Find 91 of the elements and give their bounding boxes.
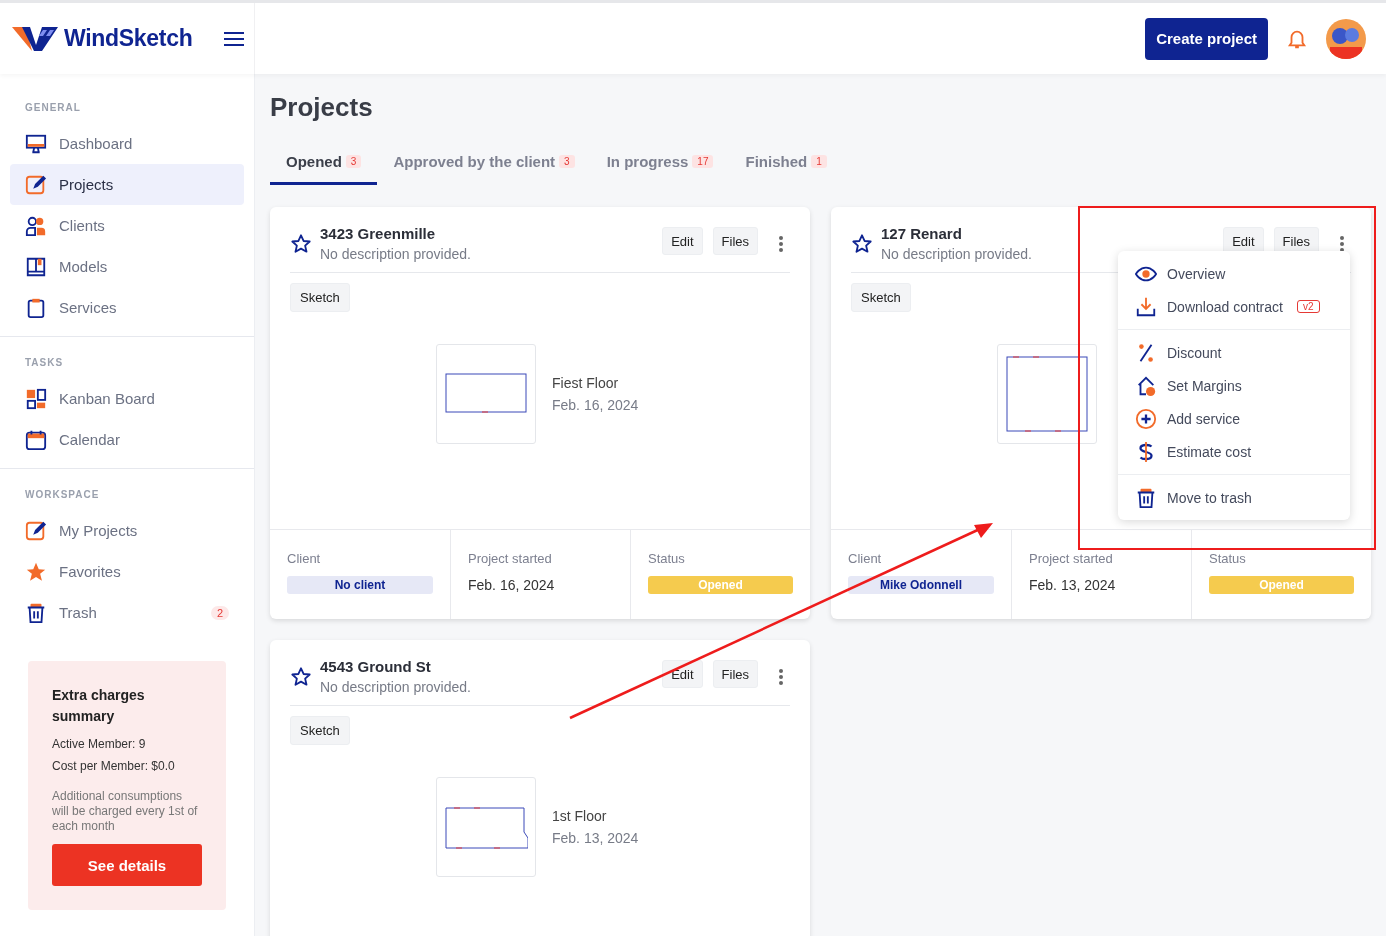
users-icon <box>25 214 47 237</box>
sidebar-item[interactable]: Clients <box>10 205 244 246</box>
sidebar-item[interactable]: Dashboard <box>10 123 244 164</box>
sketch-date: Feb. 16, 2024 <box>552 397 639 413</box>
menu-item[interactable]: Discount <box>1118 336 1350 369</box>
house-percent-icon <box>1135 374 1157 397</box>
project-title: 127 Renard <box>881 225 963 242</box>
field-label: Client <box>848 551 883 566</box>
charge-note: Additional consumptions will be charged every 1st of each month <box>52 789 199 834</box>
sidebar-item[interactable]: Models <box>10 246 244 287</box>
project-title: 4543 Ground St <box>320 658 432 675</box>
book-icon <box>25 255 47 278</box>
trash-icon <box>1135 486 1157 509</box>
charge-line: Cost per Member: $0.0 <box>52 759 176 773</box>
menu-item[interactable]: Estimate cost <box>1118 435 1350 468</box>
monitor-icon <box>25 132 47 155</box>
add-icon <box>1135 407 1157 430</box>
files-button[interactable]: Files <box>712 227 758 255</box>
field-label: Project started <box>468 551 553 566</box>
avatar[interactable] <box>1326 18 1366 59</box>
star-outline-icon[interactable] <box>290 233 312 255</box>
client-pill: No client <box>287 576 433 594</box>
trash-icon <box>25 601 47 624</box>
status-pill: Opened <box>1209 576 1354 594</box>
menu-item[interactable]: Add service <box>1118 402 1350 435</box>
sketch-thumbnail[interactable] <box>436 344 536 444</box>
calendar-icon <box>25 428 47 451</box>
star-outline-icon[interactable] <box>851 233 873 255</box>
see-details-button[interactable]: See details <box>52 844 202 886</box>
files-button[interactable]: Files <box>712 660 758 688</box>
count-badge: 1 <box>811 155 827 168</box>
sketch-thumbnail[interactable] <box>436 777 536 877</box>
edit-icon <box>25 173 47 196</box>
kanban-icon <box>25 387 47 410</box>
edit-button[interactable]: Edit <box>662 227 703 255</box>
sketch-tag[interactable]: Sketch <box>851 283 911 312</box>
section-title: WORKSPACE <box>24 489 101 502</box>
count-badge: 17 <box>692 155 714 168</box>
create-project-button[interactable]: Create project <box>1145 17 1268 60</box>
more-options-icon[interactable] <box>1339 234 1345 253</box>
logo-icon <box>12 24 60 53</box>
card-title: Extra charges summary <box>52 686 146 726</box>
count-badge: 2 <box>210 605 229 620</box>
page-title: Projects <box>270 92 374 123</box>
field-label: Project started <box>1029 551 1114 566</box>
sidebar-item[interactable]: Kanban Board <box>10 378 244 419</box>
tab[interactable]: Opened 3 <box>270 153 378 185</box>
tab[interactable]: Approved by the client 3 <box>377 153 591 185</box>
section-title: GENERAL <box>24 102 82 115</box>
clipboard-icon <box>25 296 47 319</box>
star-outline-icon[interactable] <box>290 666 312 688</box>
sketch-tag[interactable]: Sketch <box>290 283 350 312</box>
field-label: Status <box>648 551 686 566</box>
status-pill: Opened <box>648 576 793 594</box>
menu-item[interactable]: Move to trash <box>1118 481 1350 514</box>
sidebar-item[interactable]: Calendar <box>10 419 244 460</box>
start-date: Feb. 16, 2024 <box>468 576 556 594</box>
sidebar-item[interactable]: Favorites <box>10 551 244 592</box>
menu-item[interactable]: Set Margins <box>1118 369 1350 402</box>
menu-item[interactable]: Download contract v2 <box>1118 290 1350 323</box>
start-date: Feb. 13, 2024 <box>1029 576 1117 594</box>
sidebar-item[interactable]: Trash 2 <box>10 592 244 633</box>
more-options-icon[interactable] <box>778 667 784 686</box>
project-title: 3423 Greenmille <box>320 225 437 242</box>
project-description: No description provided. <box>320 246 472 262</box>
project-description: No description provided. <box>320 679 472 695</box>
count-badge: 3 <box>559 155 575 168</box>
more-options-icon[interactable] <box>778 234 784 253</box>
field-label: Status <box>1209 551 1247 566</box>
sidebar-item[interactable]: My Projects <box>10 510 244 551</box>
count-badge: 3 <box>345 155 362 168</box>
sketch-thumbnail[interactable] <box>997 344 1097 444</box>
charge-line: Active Member: 9 <box>52 737 147 751</box>
download-icon <box>1135 295 1157 318</box>
edit-icon <box>25 519 47 542</box>
sketch-name: Fiest Floor <box>552 375 620 391</box>
menu-item[interactable]: Overview <box>1118 257 1350 290</box>
menu-icon[interactable] <box>224 30 244 47</box>
tab[interactable]: Finished 1 <box>729 153 843 185</box>
sketch-name: 1st Floor <box>552 808 608 824</box>
logo-text: WindSketch <box>64 25 193 52</box>
project-description: No description provided. <box>881 246 1033 262</box>
version-badge: v2 <box>1296 300 1320 313</box>
tab[interactable]: In progress 17 <box>590 153 730 185</box>
sidebar-item[interactable]: Services <box>10 287 244 328</box>
field-label: Client <box>287 551 322 566</box>
client-pill: Mike Odonnell <box>848 576 994 594</box>
section-title: TASKS <box>24 357 65 370</box>
sidebar-item[interactable]: Projects <box>10 164 244 205</box>
sketch-date: Feb. 13, 2024 <box>552 830 639 846</box>
sketch-tag[interactable]: Sketch <box>290 716 350 745</box>
